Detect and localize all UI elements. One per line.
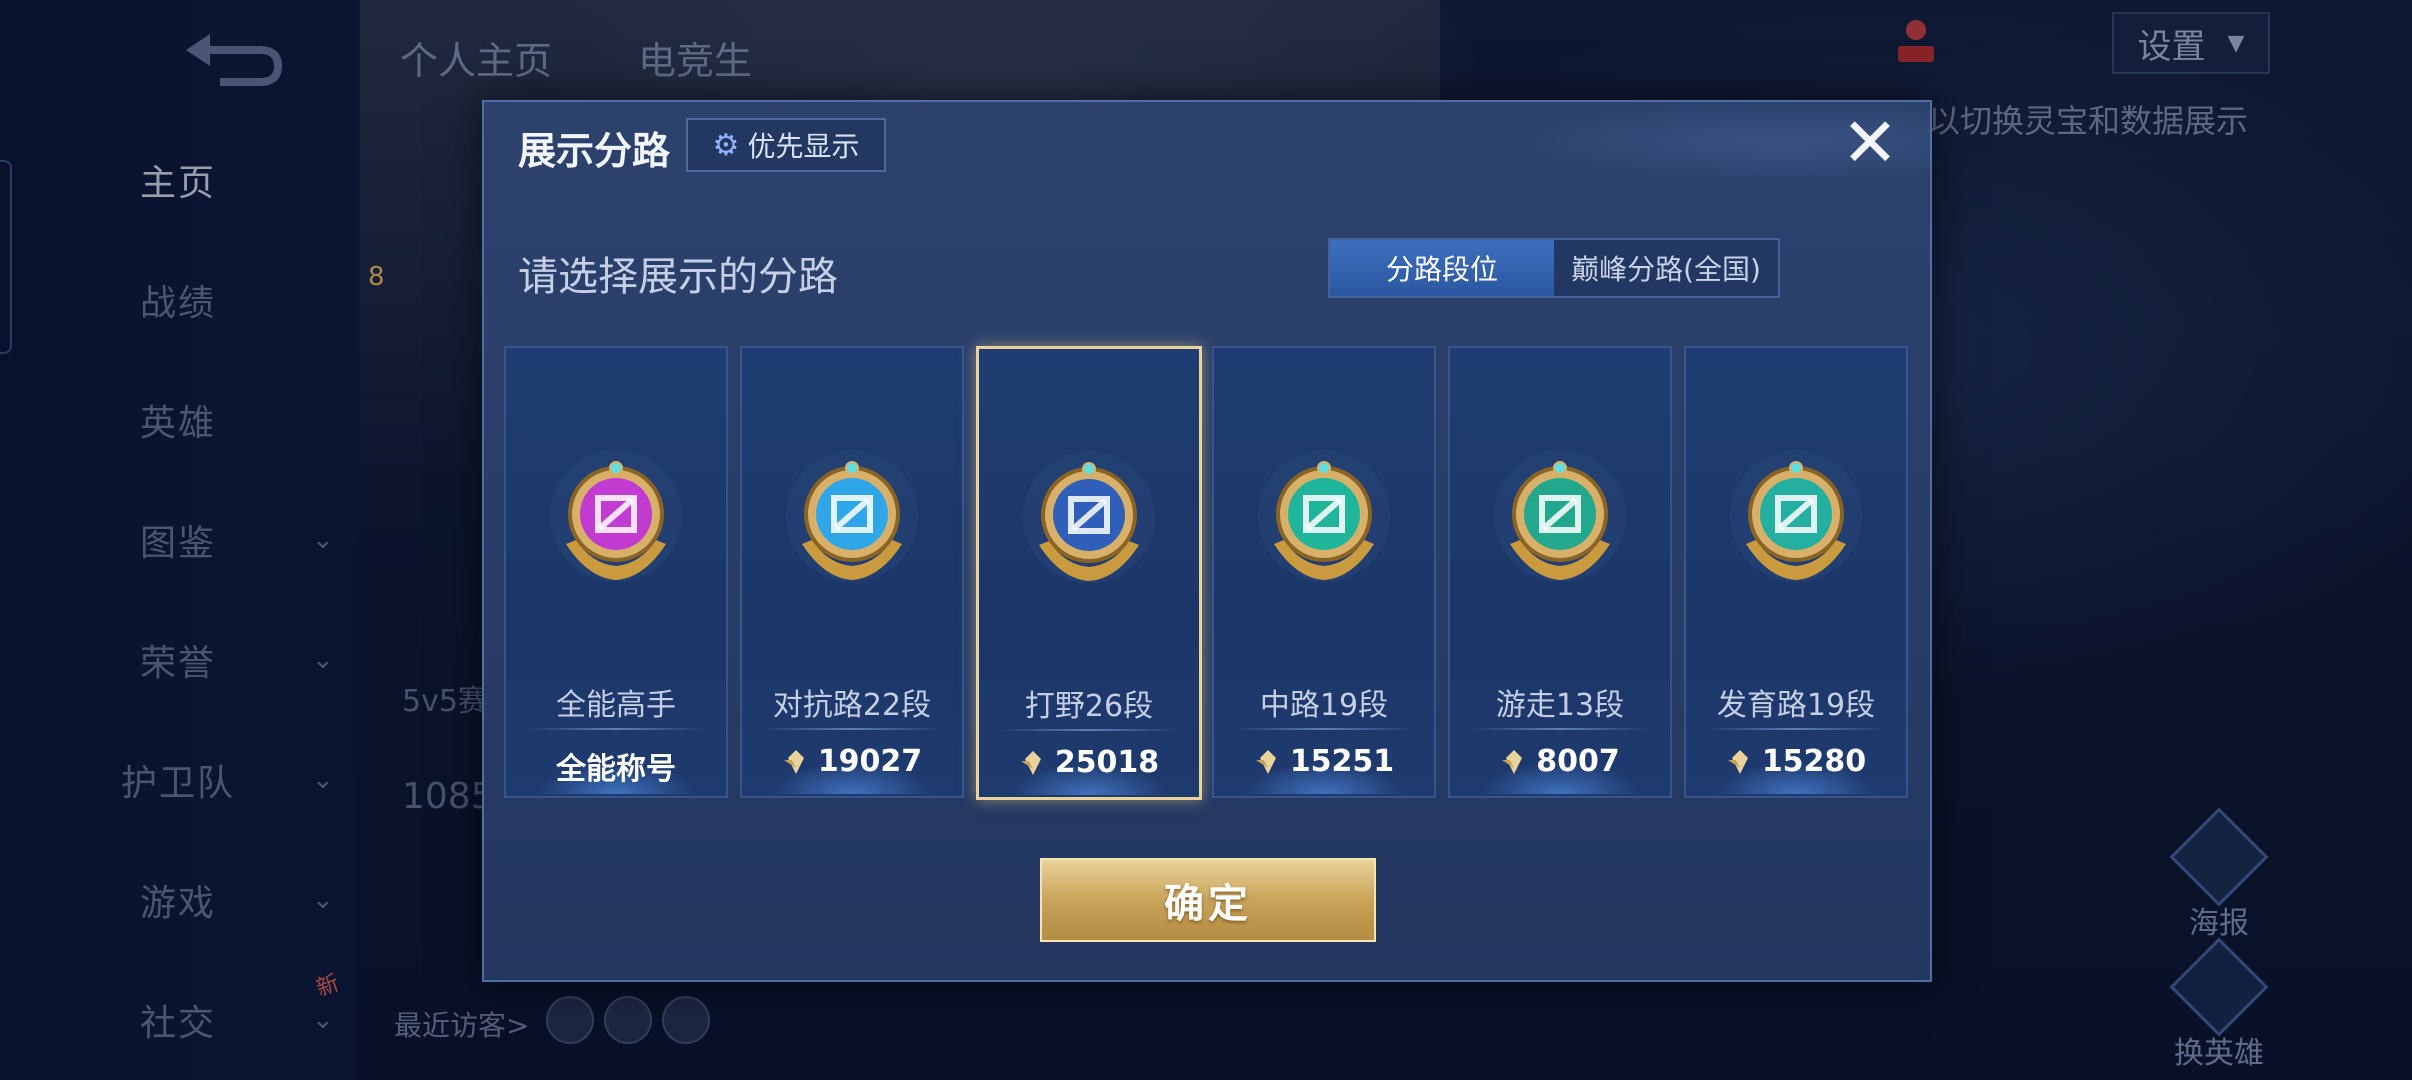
lane-card[interactable]: 打野26段 25018	[976, 346, 1202, 800]
confirm-button[interactable]: 确定	[1040, 858, 1376, 942]
close-button[interactable]: ✕	[1838, 110, 1902, 178]
jungle-emblem-icon	[1023, 451, 1155, 583]
gear-icon: ⚙	[712, 127, 740, 163]
lane-score-value: 25018	[1054, 745, 1160, 780]
power-icon	[1502, 749, 1523, 774]
power-icon	[1255, 749, 1276, 774]
lane-score: 全能称号	[506, 744, 726, 788]
power-icon	[1727, 749, 1748, 774]
divider	[526, 728, 706, 730]
lane-card[interactable]: 中路19段 15251	[1212, 346, 1436, 798]
divider	[999, 729, 1179, 731]
lane-name: 全能高手	[556, 688, 676, 723]
divider	[1706, 728, 1886, 730]
power-icon	[1020, 750, 1041, 775]
lane-name: 对抗路22段	[772, 688, 932, 723]
lane-name: 发育路19段	[1716, 688, 1876, 723]
confirm-label: 确定	[1164, 881, 1252, 927]
lane-score: 15280	[1686, 744, 1906, 779]
lane-score-value: 8007	[1536, 744, 1620, 779]
lane-score: 15251	[1214, 744, 1434, 779]
tab-lane-rank[interactable]: 分路段位	[1330, 240, 1554, 296]
dialog-title: 展示分路	[518, 129, 671, 173]
power-icon	[783, 749, 804, 774]
lane-card[interactable]: 全能高手 全能称号	[504, 346, 728, 798]
lane-display-dialog: 展示分路 ⚙ 优先显示 ✕ 请选择展示的分路 分路段位 巅峰分路(全国) 全能高…	[482, 100, 1932, 982]
divider	[1234, 728, 1414, 730]
lane-score-value: 15280	[1761, 744, 1867, 779]
priority-label: 优先显示	[747, 130, 860, 163]
close-icon: ✕	[1841, 104, 1899, 183]
segment-control: 分路段位 巅峰分路(全国)	[1328, 238, 1780, 298]
lane-name: 游走13段	[1495, 688, 1625, 723]
lane-card[interactable]: 发育路19段 15280	[1684, 346, 1908, 798]
divider	[1470, 728, 1650, 730]
lane-score: 19027	[742, 744, 962, 779]
lane-card[interactable]: 游走13段 8007	[1448, 346, 1672, 798]
clash-lane-emblem-icon	[786, 450, 918, 582]
roam-emblem-icon	[1494, 450, 1626, 582]
mid-lane-emblem-icon	[1258, 450, 1390, 582]
divider	[762, 728, 942, 730]
dialog-subtitle: 请选择展示的分路	[518, 254, 838, 300]
lane-score-value: 19027	[817, 744, 923, 779]
lane-name: 打野26段	[1024, 689, 1154, 724]
lane-name: 中路19段	[1259, 688, 1389, 723]
tab-peak-lane[interactable]: 巅峰分路(全国)	[1554, 240, 1778, 296]
farm-lane-emblem-icon	[1730, 450, 1862, 582]
lane-score-value: 15251	[1289, 744, 1395, 779]
lane-score: 8007	[1450, 744, 1670, 779]
all-round-emblem-icon	[550, 450, 682, 582]
priority-display-button[interactable]: ⚙ 优先显示	[686, 118, 886, 172]
lane-card[interactable]: 对抗路22段 19027	[740, 346, 964, 798]
lane-score: 25018	[979, 745, 1199, 780]
lane-score-value: 全能称号	[556, 752, 676, 787]
